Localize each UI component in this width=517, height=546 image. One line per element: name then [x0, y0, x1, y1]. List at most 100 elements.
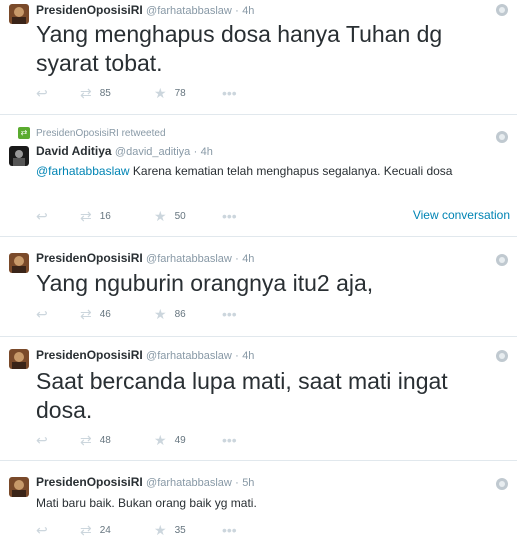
view-conversation-link[interactable]: View conversation [413, 208, 510, 222]
retweet-button[interactable]: ⇄ 24 [80, 522, 111, 538]
more-button[interactable]: ••• [222, 522, 245, 538]
display-name[interactable]: David Aditiya [36, 144, 112, 158]
tweet[interactable]: PresidenOposisiRI @farhatabbaslaw · 4h Y… [0, 237, 517, 337]
tweet-text: Saat bercanda lupa mati, saat mati ingat… [36, 368, 448, 423]
username[interactable]: @farhatabbaslaw [146, 350, 232, 362]
favorite-count: 50 [174, 210, 186, 222]
retweet-count: 48 [99, 434, 111, 446]
star-icon: ★ [154, 306, 167, 322]
favorite-button[interactable]: ★ 35 [154, 522, 186, 538]
tweet-text: Yang nguburin orangnya itu2 aja, [36, 270, 374, 296]
tweet-header: PresidenOposisiRI @farhatabbaslaw · 4h [36, 348, 254, 362]
tweet-actions: ↩ ⇄ 85 ★ 78 ••• [36, 85, 336, 101]
separator: · [235, 477, 239, 489]
retweet-button[interactable]: ⇄ 48 [80, 432, 111, 448]
more-icon: ••• [222, 306, 237, 322]
more-icon: ••• [222, 522, 237, 538]
tweet[interactable]: PresidenOposisiRI @farhatabbaslaw · 5h M… [0, 461, 517, 546]
tweet-actions: ↩ ⇄ 46 ★ 86 ••• [36, 306, 336, 322]
timestamp[interactable]: 4h [201, 146, 213, 158]
retweet-icon: ⇄ [80, 522, 92, 538]
tweet-actions: ↩ ⇄ 24 ★ 35 ••• [36, 522, 336, 538]
favorite-button[interactable]: ★ 49 [154, 432, 186, 448]
separator: · [235, 5, 239, 17]
favorite-button[interactable]: ★ 78 [154, 85, 186, 101]
tweet-header: PresidenOposisiRI @farhatabbaslaw · 5h [36, 475, 254, 489]
tweet[interactable]: PresidenOposisiRI @farhatabbaslaw · 4h S… [0, 337, 517, 461]
retweet-count: 24 [99, 524, 111, 536]
favorite-count: 35 [174, 524, 186, 536]
favorite-count: 49 [174, 434, 186, 446]
reply-icon: ↩ [36, 432, 48, 448]
more-icon: ••• [222, 432, 237, 448]
retweet-icon: ⇄ [80, 432, 92, 448]
star-icon: ★ [154, 522, 167, 538]
username[interactable]: @farhatabbaslaw [146, 253, 232, 265]
retweet-count: 46 [99, 308, 111, 320]
more-options-icon[interactable] [496, 4, 508, 16]
timestamp[interactable]: 4h [242, 253, 254, 265]
username[interactable]: @david_aditiya [115, 146, 190, 158]
retweet-count: 85 [99, 87, 111, 99]
tweet-header: PresidenOposisiRI @farhatabbaslaw · 4h [36, 251, 254, 265]
timestamp[interactable]: 5h [242, 477, 254, 489]
more-options-icon[interactable] [496, 131, 508, 143]
avatar[interactable] [9, 146, 29, 166]
favorite-button[interactable]: ★ 86 [154, 306, 186, 322]
username[interactable]: @farhatabbaslaw [146, 477, 232, 489]
reply-button[interactable]: ↩ [36, 522, 56, 538]
favorite-count: 86 [174, 308, 186, 320]
reply-button[interactable]: ↩ [36, 432, 56, 448]
mention-link[interactable]: @farhatabbaslaw [36, 164, 130, 178]
separator: · [193, 146, 198, 158]
timestamp[interactable]: 4h [242, 5, 254, 17]
tweet-header: PresidenOposisiRI @farhatabbaslaw · 4h [36, 3, 254, 17]
username[interactable]: @farhatabbaslaw [146, 5, 232, 17]
avatar[interactable] [9, 4, 29, 24]
avatar[interactable] [9, 477, 29, 497]
reply-button[interactable]: ↩ [36, 85, 56, 101]
avatar[interactable] [9, 253, 29, 273]
tweet-text: @farhatabbaslaw Karena kematian telah me… [36, 163, 507, 180]
display-name[interactable]: PresidenOposisiRI [36, 3, 143, 17]
retweet-icon: ⇄ [80, 85, 92, 101]
reply-button[interactable]: ↩ [36, 208, 56, 224]
retweet-button[interactable]: ⇄ 46 [80, 306, 111, 322]
retweet-icon: ⇄ [80, 306, 92, 322]
reply-icon: ↩ [36, 208, 48, 224]
more-icon: ••• [222, 85, 237, 101]
more-button[interactable]: ••• [222, 208, 245, 224]
more-options-icon[interactable] [496, 350, 508, 362]
tweet[interactable]: PresidenOposisiRI @farhatabbaslaw · 4h Y… [0, 0, 517, 115]
retweet-button[interactable]: ⇄ 85 [80, 85, 111, 101]
display-name[interactable]: PresidenOposisiRI [36, 251, 143, 265]
more-options-icon[interactable] [496, 254, 508, 266]
retweet-context: ⇄ PresidenOposisiRI retweeted [18, 127, 166, 139]
more-icon: ••• [222, 208, 237, 224]
favorite-count: 78 [174, 87, 186, 99]
separator: · [235, 350, 239, 362]
retweet-context-label[interactable]: PresidenOposisiRI retweeted [36, 128, 166, 139]
display-name[interactable]: PresidenOposisiRI [36, 348, 143, 362]
more-options-icon[interactable] [496, 478, 508, 490]
star-icon: ★ [154, 208, 167, 224]
tweet-text-body: Karena kematian telah menghapus segalany… [129, 164, 453, 178]
display-name[interactable]: PresidenOposisiRI [36, 475, 143, 489]
more-button[interactable]: ••• [222, 85, 245, 101]
more-button[interactable]: ••• [222, 432, 245, 448]
reply-icon: ↩ [36, 85, 48, 101]
tweet-actions: ↩ ⇄ 48 ★ 49 ••• [36, 432, 336, 448]
star-icon: ★ [154, 85, 167, 101]
retweet-button[interactable]: ⇄ 16 [80, 208, 111, 224]
star-icon: ★ [154, 432, 167, 448]
timestamp[interactable]: 4h [242, 350, 254, 362]
tweet-header: David Aditiya @david_aditiya · 4h [36, 144, 213, 158]
retweet-icon: ⇄ [18, 127, 30, 139]
more-button[interactable]: ••• [222, 306, 245, 322]
reply-button[interactable]: ↩ [36, 306, 56, 322]
tweet-actions: ↩ ⇄ 16 ★ 50 ••• [36, 208, 336, 224]
tweet[interactable]: ⇄ PresidenOposisiRI retweeted David Adit… [0, 115, 517, 237]
tweet-text: Mati baru baik. Bukan orang baik yg mati… [36, 496, 257, 510]
avatar[interactable] [9, 349, 29, 369]
favorite-button[interactable]: ★ 50 [154, 208, 186, 224]
